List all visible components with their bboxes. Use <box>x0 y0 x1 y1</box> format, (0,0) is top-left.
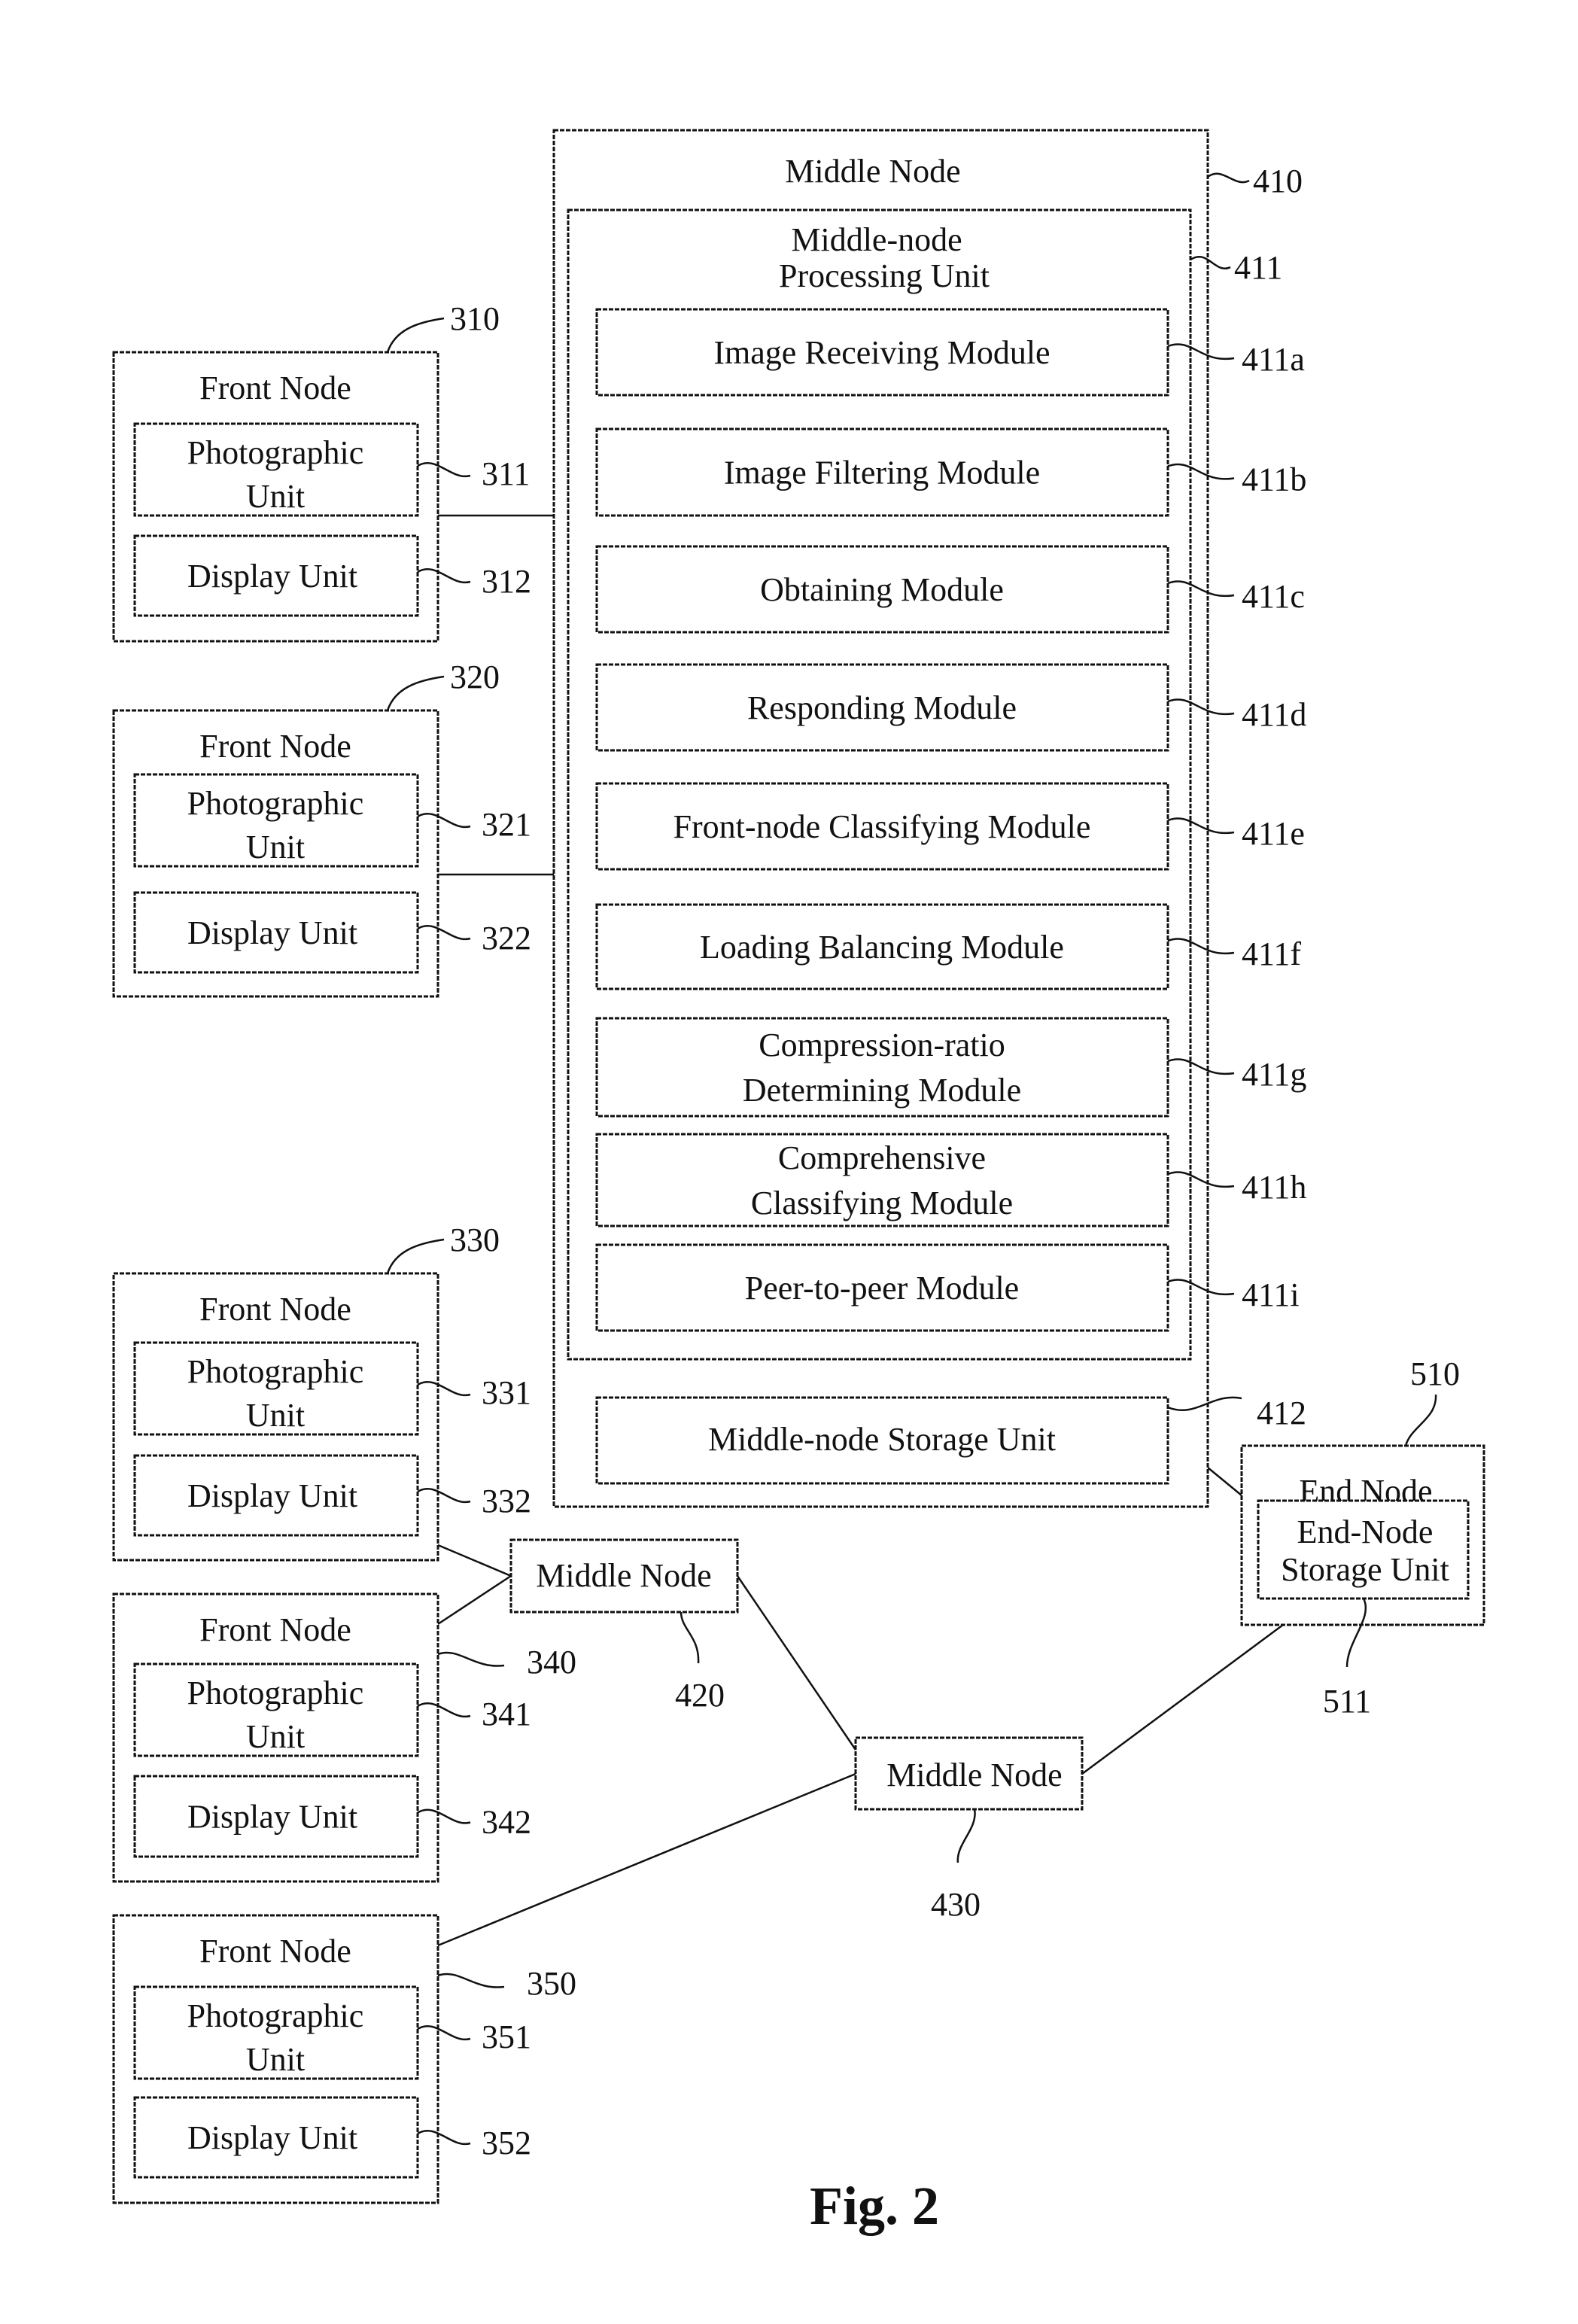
ref-342: 342 <box>482 1804 531 1841</box>
photographic-unit-label-line2: Unit <box>246 829 305 865</box>
photographic-unit-label-line2: Unit <box>246 1718 305 1755</box>
leader-420 <box>680 1611 700 1664</box>
figure-caption: Fig. 2 <box>810 2176 939 2236</box>
middle-node-410-title: Middle Node <box>785 153 960 190</box>
photographic-unit-label-line2: Unit <box>246 1397 305 1434</box>
ref-350: 350 <box>527 1965 576 2002</box>
module-label: Obtaining Module <box>760 571 1004 608</box>
ref-321: 321 <box>482 806 531 843</box>
ref-411f: 411f <box>1242 935 1301 972</box>
module-label: Image Filtering Module <box>724 455 1040 491</box>
front-node-title: Front Node <box>199 1933 351 1970</box>
photographic-unit-label-line2: Unit <box>246 478 305 515</box>
ref-420: 420 <box>675 1677 725 1714</box>
middle-node-430-title: Middle Node <box>886 1757 1062 1793</box>
ref-411h: 411h <box>1242 1169 1306 1206</box>
ref-411g: 411g <box>1242 1056 1306 1093</box>
processing-unit-411-title-line1: Middle-node <box>791 221 962 258</box>
module-label: Classifying Module <box>751 1185 1013 1221</box>
front-node-340: Front Node 340 Photographic Unit 341 Display … <box>112 1592 576 1883</box>
middle-node-410: Middle Node 410 Middle-node Processing U… <box>552 129 1306 1508</box>
leader-330 <box>386 1238 445 1274</box>
ref-511: 511 <box>1323 1683 1371 1720</box>
ref-411d: 411d <box>1242 696 1306 733</box>
ref-331: 331 <box>482 1374 531 1411</box>
module-label: Front-node Classifying Module <box>673 808 1091 845</box>
ref-311: 311 <box>482 455 530 492</box>
end-node-storage-511-line2: Storage Unit <box>1281 1551 1449 1588</box>
front-node-title: Front Node <box>199 1291 351 1328</box>
ref-412: 412 <box>1257 1395 1306 1431</box>
link-430-510 <box>1081 1623 1284 1775</box>
link-350-430 <box>437 1772 856 1947</box>
display-unit-label: Display Unit <box>187 1477 357 1514</box>
ref-330: 330 <box>450 1221 500 1258</box>
system-diagram: Middle Node 410 Middle-node Processing U… <box>112 129 1485 2236</box>
ref-312: 312 <box>482 563 531 600</box>
ref-411c: 411c <box>1242 578 1305 615</box>
ref-322: 322 <box>482 920 531 957</box>
photographic-unit-label-line1: Photographic <box>187 434 364 471</box>
front-node-title: Front Node <box>199 728 351 765</box>
leader-350 <box>437 1973 505 1988</box>
front-node-350: Front Node 350 Photographic Unit 351 Display … <box>112 1914 576 2204</box>
front-node-title: Front Node <box>199 370 351 406</box>
ref-320: 320 <box>450 659 500 695</box>
middle-node-420: Middle Node 420 <box>509 1538 739 1714</box>
display-unit-label: Display Unit <box>187 914 357 951</box>
module-label: Loading Balancing Module <box>700 929 1064 966</box>
leader-410 <box>1207 172 1250 184</box>
ref-341: 341 <box>482 1696 531 1732</box>
leader-430 <box>956 1808 976 1863</box>
link-340-420 <box>437 1574 512 1626</box>
ref-410: 410 <box>1253 163 1303 199</box>
display-unit-label: Display Unit <box>187 2119 357 2156</box>
storage-unit-412-label: Middle-node Storage Unit <box>708 1421 1056 1458</box>
photographic-unit-label-line1: Photographic <box>187 1675 364 1711</box>
photographic-unit-label-line1: Photographic <box>187 1353 364 1390</box>
link-420-430 <box>736 1575 857 1751</box>
ref-510: 510 <box>1410 1355 1460 1392</box>
display-unit-label: Display Unit <box>187 1799 357 1836</box>
leader-320 <box>386 675 445 711</box>
end-node-storage-511-line1: End-Node <box>1297 1513 1434 1550</box>
photographic-unit-label-line1: Photographic <box>187 785 364 822</box>
link-410-510 <box>1207 1467 1242 1496</box>
leader-310 <box>386 317 445 353</box>
ref-411b: 411b <box>1242 461 1306 498</box>
display-unit-label: Display Unit <box>187 558 357 595</box>
photographic-unit-label-line2: Unit <box>246 2041 305 2078</box>
leader-340 <box>437 1651 505 1667</box>
module-label: Determining Module <box>743 1072 1021 1109</box>
photographic-unit-label-line1: Photographic <box>187 1997 364 2034</box>
leader-510 <box>1404 1394 1437 1446</box>
module-label: Compression-ratio <box>759 1027 1005 1063</box>
ref-430: 430 <box>931 1886 981 1923</box>
middle-node-420-title: Middle Node <box>536 1557 711 1594</box>
ref-332: 332 <box>482 1483 531 1519</box>
ref-340: 340 <box>527 1644 576 1681</box>
module-label: Comprehensive <box>778 1139 986 1176</box>
module-label: Image Receiving Module <box>713 334 1050 371</box>
middle-node-430: Middle Node 430 <box>854 1736 1084 1923</box>
link-330-420 <box>437 1544 512 1577</box>
front-node-330: Front Node 330 Photographic Unit 331 Display … <box>112 1221 531 1562</box>
front-node-310: Front Node 310 Photographic Unit 311 Display … <box>112 300 531 643</box>
ref-411: 411 <box>1234 249 1282 286</box>
front-node-title: Front Node <box>199 1611 351 1648</box>
ref-352: 352 <box>482 2125 531 2161</box>
ref-411e: 411e <box>1242 815 1305 852</box>
module-label: Responding Module <box>747 689 1017 726</box>
ref-411i: 411i <box>1242 1276 1300 1313</box>
front-node-320: Front Node 320 Photographic Unit 321 Display … <box>112 659 531 998</box>
ref-351: 351 <box>482 2018 531 2055</box>
processing-unit-411-title-line2: Processing Unit <box>779 257 990 294</box>
ref-411a: 411a <box>1242 341 1305 378</box>
ref-310: 310 <box>450 300 500 337</box>
module-label: Peer-to-peer Module <box>745 1270 1019 1306</box>
